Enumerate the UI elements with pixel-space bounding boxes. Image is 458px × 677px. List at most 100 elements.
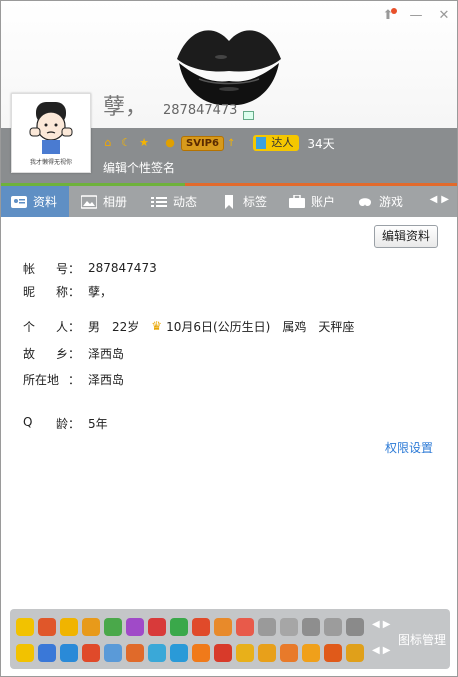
music-badge-icon[interactable] [170, 618, 188, 636]
tab-album[interactable]: 相册 [81, 186, 127, 217]
hometown-row: 故乡： 泽西岛 [23, 345, 136, 361]
grey-badge-4-icon[interactable] [324, 618, 342, 636]
birthday-value: 10月6日(公历生日) [166, 319, 271, 334]
moon-level-icon[interactable]: ☾ [119, 136, 133, 150]
skin-button[interactable]: ⬆ [379, 7, 397, 25]
talent-flag-icon [256, 137, 267, 149]
tab-feed-label: 动态 [173, 195, 198, 209]
personal-row: 个人： 男 22岁 ♛ 10月6日(公历生日) 属鸡 天秤座 [23, 318, 366, 334]
personal-label: 个人： [23, 319, 80, 334]
tab-scroll-arrows[interactable]: ◀▶ [430, 194, 453, 205]
signature-edit[interactable]: 编辑个性签名 [103, 159, 175, 176]
penguin-badge-icon[interactable] [38, 618, 56, 636]
talent-label: 达人 [271, 136, 294, 149]
avatar[interactable]: 我才懒得无视你 [11, 93, 91, 173]
grey-badge-1-icon[interactable] [258, 618, 276, 636]
penguin-svip-icon: ● [165, 136, 175, 149]
minimize-button[interactable]: — [407, 7, 425, 25]
hometown-label: 故乡： [23, 346, 80, 361]
grey-badge-5-icon[interactable] [346, 618, 364, 636]
tab-profile-label: 资料 [33, 195, 58, 209]
pet-badge-icon[interactable] [214, 618, 232, 636]
svip-badge[interactable]: ● SVIP6 ↑ [163, 135, 235, 151]
trophy-badge-icon[interactable] [346, 644, 364, 662]
penguin-yellow-badge-icon[interactable] [60, 618, 78, 636]
feed-list-icon [151, 196, 167, 207]
cover-lips-image [177, 30, 281, 106]
yellow-penguin-badge-icon[interactable] [236, 644, 254, 662]
bubble-badge-icon[interactable] [170, 644, 188, 662]
mail-badge-icon[interactable] [104, 644, 122, 662]
age-value: 22岁 [112, 319, 140, 334]
account-row: 帐号： 287847473 [23, 260, 169, 276]
close-button[interactable]: ✕ [435, 7, 453, 25]
tab-album-label: 相册 [103, 195, 128, 209]
cube-badge-icon[interactable] [148, 644, 166, 662]
purple-badge-icon[interactable] [126, 618, 144, 636]
qage-label: Q 龄： [23, 414, 80, 431]
card-badge-icon[interactable] [60, 644, 78, 662]
constellation-value: 天秤座 [318, 319, 355, 334]
crown-icon: ♛ [151, 319, 163, 333]
nick-label: 昵称： [23, 284, 80, 299]
gift-badge-icon[interactable] [82, 644, 100, 662]
tab-feed[interactable]: 动态 [151, 186, 197, 217]
account-label: 帐号： [23, 261, 80, 276]
permission-settings-link[interactable]: 权限设置 [385, 439, 433, 456]
red-penguin-badge-icon[interactable] [214, 644, 232, 662]
tab-tags[interactable]: 标签 [221, 186, 267, 217]
green-badge-icon[interactable] [104, 618, 122, 636]
orange-badge-icon[interactable] [192, 644, 210, 662]
bookmark-icon [225, 194, 233, 209]
grey-badge-3-icon[interactable] [302, 618, 320, 636]
house-badge-icon[interactable] [258, 644, 276, 662]
talent-badge[interactable]: 达人 34天 [253, 135, 335, 152]
heart-badge-icon[interactable] [280, 644, 298, 662]
talent-pill: 达人 [253, 135, 300, 151]
grey-badge-2-icon[interactable] [280, 618, 298, 636]
edit-profile-button[interactable]: 编辑资料 [374, 225, 438, 248]
wallet-icon [289, 194, 305, 208]
pen-badge-icon[interactable] [126, 644, 144, 662]
profile-card-icon [11, 195, 27, 208]
game-badge-icon[interactable] [82, 618, 100, 636]
profile-header: ⬆ — ✕ 我才懒得无视你 孽， 287847473 ⌂ ☾ ★ ● SVIP6… [1, 1, 457, 183]
house-level-icon[interactable]: ⌂ [101, 136, 115, 150]
tab-games[interactable]: 游戏 [357, 186, 403, 217]
qage-value: 5年 [88, 416, 108, 431]
profile-window: ⬆ — ✕ 我才懒得无视你 孽， 287847473 ⌂ ☾ ★ ● SVIP6… [0, 0, 458, 677]
icon-row-2-arrows[interactable]: ◀▶ [372, 645, 393, 656]
qzone-badge-icon[interactable] [38, 644, 56, 662]
talent-days: 34天 [307, 136, 335, 151]
icon-row-2 [16, 642, 368, 664]
car-badge-icon[interactable] [192, 618, 210, 636]
hometown-value: 泽西岛 [88, 346, 125, 361]
gender-value: 男 [88, 319, 101, 334]
qq-status-icon[interactable] [243, 111, 254, 120]
tab-tags-label: 标签 [243, 195, 268, 209]
photo-icon [81, 194, 97, 209]
rocket-badge-icon[interactable] [302, 644, 320, 662]
avatar-cartoon-image [29, 102, 73, 154]
account-value: 287847473 [88, 261, 157, 275]
tab-profile[interactable]: 资料 [1, 186, 69, 217]
diamond-badge-icon[interactable] [16, 618, 34, 636]
nickname-title[interactable]: 孽， [103, 89, 147, 121]
qq-number: 287847473 [163, 103, 238, 118]
location-label: 所在地： [23, 372, 80, 387]
avatar-caption: 我才懒得无视你 [29, 159, 72, 166]
tab-account[interactable]: 账户 [289, 186, 335, 217]
badge-row: ⌂ ☾ ★ ● SVIP6 ↑ 达人 34天 [101, 133, 335, 153]
star-badge-icon[interactable] [16, 644, 34, 662]
nick-row: 昵称： 孽， [23, 283, 124, 299]
red-badge-icon[interactable] [148, 618, 166, 636]
tab-bar: 资料 相册 动态 标签 账户 游戏 ◀▶ [1, 183, 457, 217]
icon-row-1-arrows[interactable]: ◀▶ [372, 619, 393, 630]
icon-row-1 [16, 616, 368, 638]
nick-value: 孽， [88, 284, 113, 299]
star-level-icon[interactable]: ★ [137, 136, 151, 150]
game-icon [359, 197, 371, 206]
icon-manage-button[interactable]: 图标管理 [398, 631, 446, 648]
flower-badge-icon[interactable] [236, 618, 254, 636]
fire-badge-icon[interactable] [324, 644, 342, 662]
